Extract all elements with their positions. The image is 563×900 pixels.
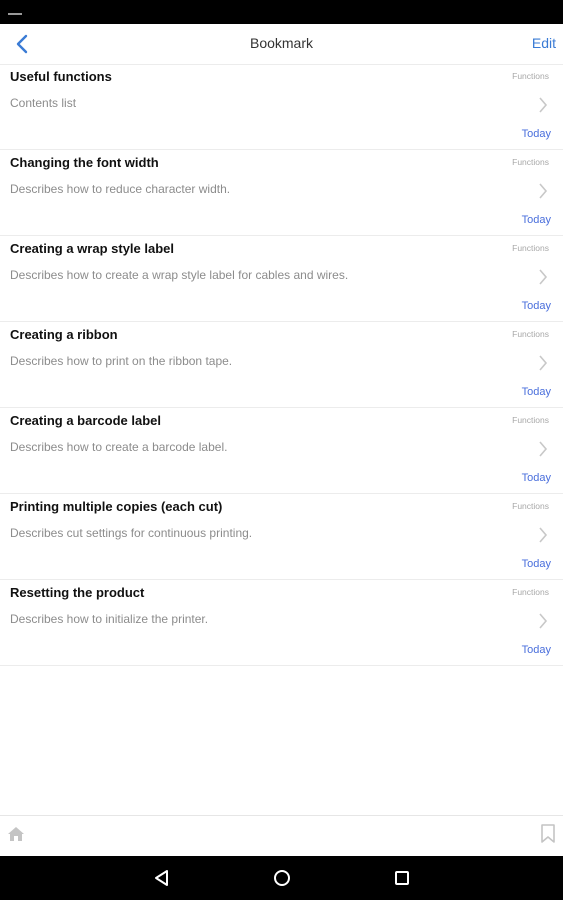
home-circle-icon — [274, 870, 290, 886]
item-description: Describes how to print on the ribbon tap… — [10, 354, 233, 368]
item-title: Creating a barcode label — [10, 413, 161, 428]
item-category: Functions — [512, 329, 549, 339]
list-item[interactable]: Resetting the product Describes how to i… — [0, 580, 563, 666]
list-item[interactable]: Useful functions Contents list Functions… — [0, 64, 563, 150]
back-triangle-icon — [155, 870, 168, 886]
item-category: Functions — [512, 501, 549, 511]
item-category: Functions — [512, 587, 549, 597]
bookmark-list: Useful functions Contents list Functions… — [0, 64, 563, 666]
item-title: Resetting the product — [10, 585, 145, 600]
item-title: Printing multiple copies (each cut) — [10, 499, 223, 514]
item-title: Useful functions — [10, 69, 112, 84]
chevron-left-icon — [16, 34, 28, 54]
bookmarks-button[interactable] — [540, 824, 556, 844]
item-date: Today — [521, 644, 551, 656]
home-icon — [8, 827, 24, 841]
chevron-right-icon — [539, 441, 548, 457]
recents-square-icon — [395, 871, 409, 885]
chevron-right-icon — [539, 613, 548, 629]
home-button[interactable] — [6, 824, 26, 844]
item-date: Today — [521, 558, 551, 570]
page-title: Bookmark — [249, 35, 314, 51]
item-title: Creating a ribbon — [10, 327, 118, 342]
item-date: Today — [521, 128, 551, 140]
item-date: Today — [521, 214, 551, 226]
status-indicator — [8, 13, 22, 15]
item-description: Contents list — [10, 96, 77, 110]
item-category: Functions — [512, 157, 549, 167]
bottom-toolbar — [0, 815, 563, 856]
item-date: Today — [521, 300, 551, 312]
item-title: Changing the font width — [10, 155, 159, 170]
item-category: Functions — [512, 415, 549, 425]
item-category: Functions — [512, 243, 549, 253]
item-category: Functions — [512, 71, 549, 81]
item-date: Today — [521, 472, 551, 484]
item-date: Today — [521, 386, 551, 398]
list-item[interactable]: Changing the font width Describes how to… — [0, 150, 563, 236]
item-description: Describes how to reduce character width. — [10, 182, 231, 196]
list-item[interactable]: Creating a wrap style label Describes ho… — [0, 236, 563, 322]
status-bar — [0, 0, 563, 24]
nav-home-button[interactable] — [270, 866, 294, 890]
item-description: Describes how to create a wrap style lab… — [10, 268, 349, 282]
item-description: Describes cut settings for continuous pr… — [10, 526, 253, 540]
system-navigation-bar — [0, 856, 563, 900]
chevron-right-icon — [539, 355, 548, 371]
back-button[interactable] — [6, 28, 38, 60]
chevron-right-icon — [539, 527, 548, 543]
chevron-right-icon — [539, 183, 548, 199]
item-description: Describes how to create a barcode label. — [10, 440, 228, 454]
bookmark-icon — [541, 824, 555, 843]
nav-recents-button[interactable] — [390, 866, 414, 890]
item-title: Creating a wrap style label — [10, 241, 175, 256]
chevron-right-icon — [539, 269, 548, 285]
item-description: Describes how to initialize the printer. — [10, 612, 209, 626]
chevron-right-icon — [539, 97, 548, 113]
nav-back-button[interactable] — [150, 866, 174, 890]
list-item[interactable]: Printing multiple copies (each cut) Desc… — [0, 494, 563, 580]
app-header: Bookmark Edit — [0, 24, 563, 65]
list-item[interactable]: Creating a ribbon Describes how to print… — [0, 322, 563, 408]
edit-button[interactable]: Edit — [532, 35, 556, 51]
list-item[interactable]: Creating a barcode label Describes how t… — [0, 408, 563, 494]
